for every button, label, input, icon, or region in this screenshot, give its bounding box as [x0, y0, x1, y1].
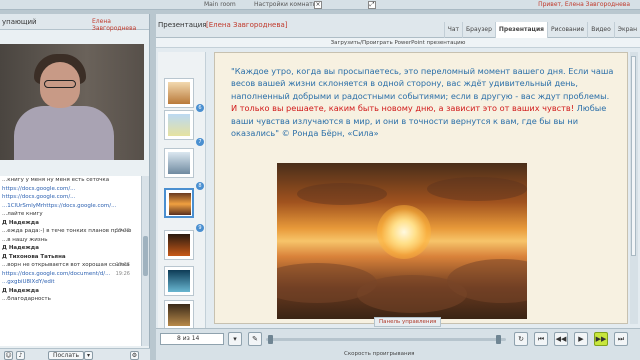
rewind-icon[interactable]: ◀◀ [554, 332, 568, 346]
close-icon[interactable]: × [314, 1, 322, 9]
chat-message[interactable]: https://docs.google.com/document/d/... 19… [0, 270, 144, 279]
playback-controls: 8 из 14 ▾ ✎ Скорость проигрывания ↻ ⏮ ◀◀… [156, 328, 640, 360]
app-window: Main room Настройки комнаты × ⤢ Привет, … [0, 0, 640, 360]
chat-scrollbar[interactable] [141, 176, 149, 346]
control-panel-label[interactable]: Панель управления [374, 317, 442, 327]
quote-text: "Каждое утро, когда вы просыпаетесь, это… [231, 66, 614, 101]
top-bar: Main room Настройки комнаты × ⤢ Привет, … [0, 0, 640, 10]
thumbnail-8[interactable] [164, 148, 194, 178]
tab-2[interactable]: Презентация [494, 22, 548, 38]
chat-timestamp: 19:26 [115, 228, 130, 234]
quote-highlight: И только вы решаете, каким быть новому д… [231, 103, 575, 114]
fast-forward-icon[interactable]: ▶▶ [594, 332, 608, 346]
slide-canvas: "Каждое утро, когда вы просыпаетесь, это… [214, 52, 628, 324]
thumb-number: 6 [196, 104, 204, 112]
slider-knob-left[interactable] [268, 335, 273, 344]
chat-message[interactable]: https://docs.google.com/... [0, 185, 144, 194]
play-icon[interactable]: ▶ [574, 332, 588, 346]
thumb-number: 7 [196, 138, 204, 146]
dropdown-icon[interactable]: ▾ [84, 351, 93, 360]
chat-message: ...лайте книгу [2, 211, 43, 217]
left-panel-title: упающий [2, 18, 37, 26]
chat-timestamp: 19:26 [115, 270, 130, 277]
page-select[interactable]: 8 из 14 [160, 333, 224, 345]
thumbnail-6[interactable] [164, 78, 194, 108]
presentation-header: Презентация [Елена Завгороднева] Чат Брау… [156, 14, 640, 38]
sunset-photo [277, 163, 527, 319]
chat-message[interactable]: ...1ClUrSmlyMrhttps://docs.google.com/..… [0, 202, 144, 211]
tab-0[interactable]: Чат [443, 22, 462, 38]
last-slide-icon[interactable]: ⏭ [614, 332, 628, 346]
thumbnail-11[interactable] [164, 266, 194, 296]
chat-message[interactable]: ...gxgbiU8lXdY/edit [0, 278, 144, 287]
presentation-title: Презентация [158, 21, 207, 29]
tab-5[interactable]: Экран [613, 22, 640, 38]
pencil-icon[interactable]: ✎ [248, 332, 262, 346]
slide-quote: "Каждое утро, когда вы просыпаетесь, это… [231, 65, 617, 139]
tab-1[interactable]: Браузер [462, 22, 495, 38]
chat-timestamp: 19:26 [115, 262, 130, 268]
chat-message: ...книгу у меня ну меня есть сеточка [2, 177, 110, 183]
chat-message: ...ежда рада:-) в тече тонких планов про… [2, 228, 132, 234]
chat-message: ...ворн не открывается вот хорошая ссылк… [2, 262, 130, 268]
refresh-icon[interactable]: ↻ [514, 332, 528, 346]
expand-icon[interactable]: ⤢ [368, 1, 376, 9]
room-settings-button[interactable]: Настройки комнаты [250, 1, 321, 9]
chat-message[interactable]: https://docs.google.com/... [0, 193, 144, 202]
chat-author: Д Надежда [2, 219, 39, 226]
webcam-video [0, 44, 144, 160]
chat-author: Д Надежда [2, 245, 39, 251]
emoji-icon[interactable]: ☺ [4, 351, 13, 360]
chat-message: ...в нашу жизнь [2, 236, 48, 243]
slide-thumbnails: 6 7 8 9 [158, 52, 206, 332]
chat-footer: ☺ ♪ Послать ▾ ⚙ [0, 348, 150, 360]
speed-slider[interactable] [266, 338, 506, 341]
send-button[interactable]: Послать [48, 351, 85, 360]
tab-strip: Чат Браузер Презентация Рисование Видео Экран [443, 22, 640, 38]
presentation-panel: Презентация [Елена Завгороднева] Чат Брау… [156, 14, 640, 360]
thumbnail-current[interactable] [164, 188, 194, 218]
slider-knob-right[interactable] [496, 335, 501, 344]
left-panel-user: Елена Завгороднева [92, 18, 137, 32]
thumbnail-12[interactable] [164, 300, 194, 330]
tab-3[interactable]: Рисование [547, 22, 587, 38]
greeting-text: Привет, Елена Завгороднева [538, 1, 630, 8]
chat-author: Д Надежда [2, 287, 39, 294]
thumb-number: 8 [196, 182, 204, 190]
chat-log: ...книгу у меня ну меня есть сеточка http… [0, 176, 144, 346]
slide-scrollbar[interactable] [630, 52, 638, 324]
settings-icon[interactable]: ⚙ [130, 351, 139, 360]
chevron-down-icon[interactable]: ▾ [228, 332, 242, 346]
main-room-button[interactable]: Main room [200, 1, 240, 9]
left-panel-header: упающий Елена Завгороднева [0, 14, 149, 32]
presenter-name: [Елена Завгороднева] [206, 21, 288, 29]
tab-4[interactable]: Видео [587, 22, 614, 38]
left-panel: упающий Елена Завгороднева ...книгу у ме… [0, 14, 150, 360]
thumbnail-10[interactable] [164, 230, 194, 260]
first-slide-icon[interactable]: ⏮ [534, 332, 548, 346]
thumbnail-7[interactable] [164, 110, 194, 140]
upload-presentation-button[interactable]: Загрузить/Проиграть PowerPoint презентац… [156, 38, 640, 48]
mic-icon[interactable]: ♪ [16, 351, 25, 360]
speed-label: Скорость проигрывания [344, 351, 415, 357]
thumb-number: 9 [196, 224, 204, 232]
chat-author: Д Тихонова Татьяна [2, 253, 66, 260]
chat-message: ...благодарность [2, 296, 51, 302]
